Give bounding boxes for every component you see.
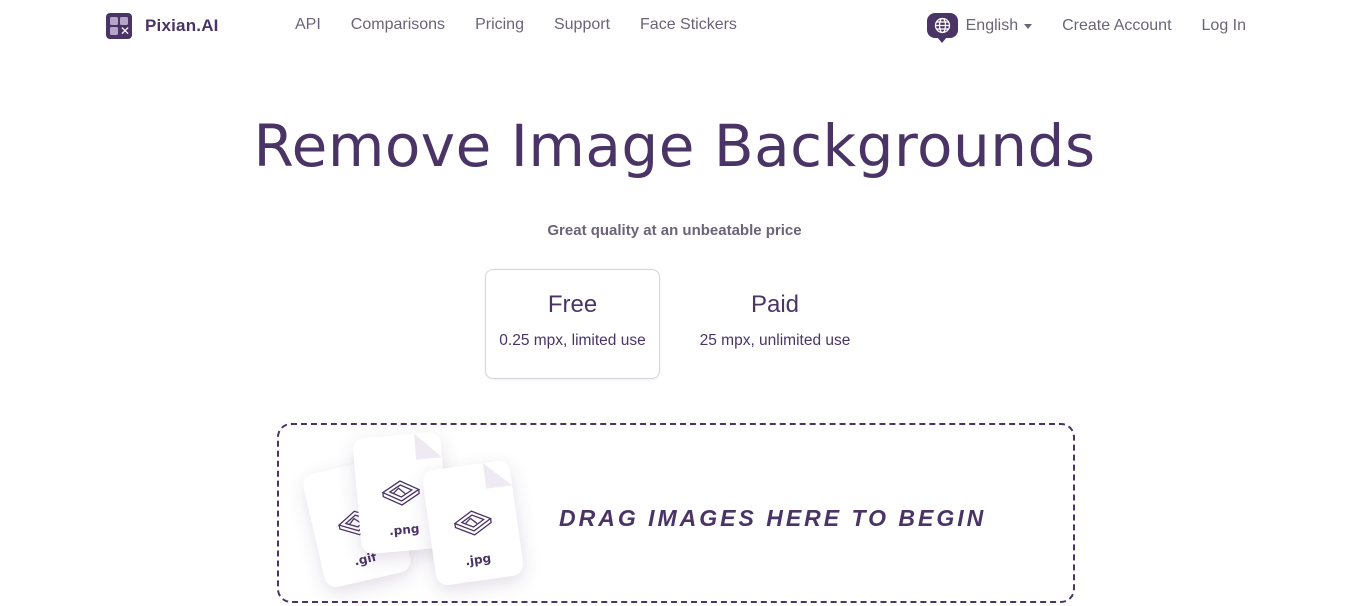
- create-account-link[interactable]: Create Account: [1062, 17, 1171, 35]
- nav-link-support[interactable]: Support: [554, 15, 610, 35]
- drop-zone-label: DRAG IMAGES HERE TO BEGIN: [559, 505, 987, 531]
- plan-description: 25 mpx, unlimited use: [699, 332, 851, 349]
- caret-down-icon: [1024, 24, 1033, 29]
- plan-description: 0.25 mpx, limited use: [499, 332, 646, 349]
- language-label: English: [965, 16, 1019, 34]
- file-type-label: .jpg: [464, 550, 492, 569]
- plan-name: Paid: [750, 291, 800, 318]
- image-file-icon: [453, 510, 492, 536]
- nav-link-pricing[interactable]: Pricing: [475, 15, 524, 35]
- file-card-jpg: .jpg: [421, 459, 525, 587]
- top-nav: ✕ Pixian.AI API Comparisons Pricing Supp…: [0, 0, 1349, 52]
- plan-option-free[interactable]: Free 0.25 mpx, limited use: [485, 269, 660, 379]
- plan-option-paid[interactable]: Paid 25 mpx, unlimited use: [660, 269, 890, 379]
- logo-icon: ✕: [106, 13, 132, 39]
- nav-right: English Create Account Log In: [926, 13, 1246, 43]
- nav-link-face-stickers[interactable]: Face Stickers: [640, 15, 737, 35]
- image-drop-zone[interactable]: .gif .png .jpg DRAG IMAGES HERE TO BEGIN: [277, 423, 1075, 603]
- log-in-link[interactable]: Log In: [1202, 17, 1246, 35]
- logo-link[interactable]: ✕ Pixian.AI: [106, 13, 219, 39]
- plan-name: Free: [547, 291, 598, 318]
- brand-name: Pixian.AI: [145, 16, 219, 35]
- nav-link-comparisons[interactable]: Comparisons: [351, 15, 445, 35]
- nav-links: API Comparisons Pricing Support Face Sti…: [295, 15, 767, 35]
- page-title: Remove Image Backgrounds: [253, 112, 1096, 180]
- page-subtitle: Great quality at an unbeatable price: [547, 222, 802, 239]
- image-file-icon: [381, 480, 421, 506]
- globe-icon[interactable]: [926, 13, 958, 43]
- nav-link-api[interactable]: API: [295, 15, 321, 35]
- plan-selector: Free 0.25 mpx, limited use Paid 25 mpx, …: [485, 269, 890, 379]
- language-selector[interactable]: English: [965, 16, 1033, 35]
